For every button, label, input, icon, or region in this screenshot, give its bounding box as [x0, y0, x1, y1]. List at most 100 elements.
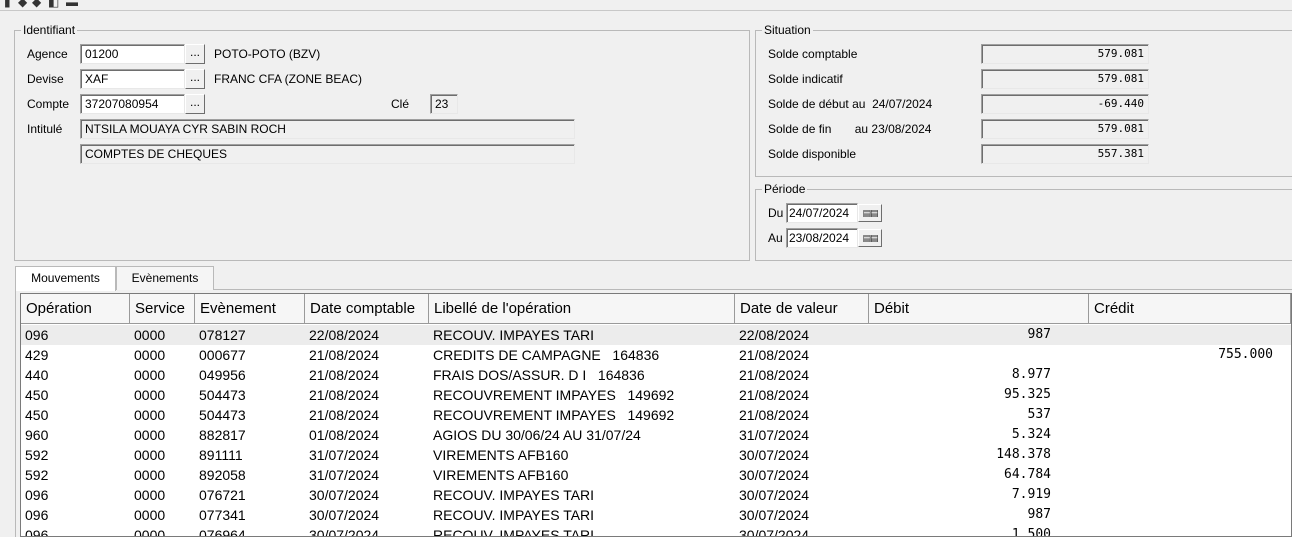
solde-disponible-label: Solde disponible	[768, 147, 857, 161]
cell-evenement: 049956	[199, 367, 246, 383]
cell-credit: 755.000	[1218, 347, 1273, 362]
cell-debit: 987	[1027, 327, 1051, 342]
au-calendar-icon[interactable]: ▤▤	[858, 229, 882, 247]
table-row[interactable]: 096 0000 076721 30/07/2024 RECOUV. IMPAYES T…	[21, 485, 1291, 505]
agence-name: POTO-POTO (BZV)	[214, 47, 321, 61]
cell-libelle: RECOUV. IMPAYES TARI	[433, 327, 595, 343]
cell-libelle: RECOUV. IMPAYES TARI	[433, 487, 595, 503]
cell-libelle: RECOUV. IMPAYES TARI	[433, 507, 595, 523]
agence-lookup-button[interactable]: ...	[185, 44, 205, 64]
table-row[interactable]: 096 0000 078127 22/08/2024 RECOUV. IMPAYES T…	[21, 325, 1291, 345]
cell-date-comptable: 30/07/2024	[309, 487, 380, 503]
cell-libelle: RECOUV. IMPAYES TARI	[433, 527, 595, 537]
cell-libelle: RECOUVREMENT IMPAYES 149692	[433, 387, 675, 403]
situation-legend: Situation	[764, 23, 811, 37]
du-calendar-icon[interactable]: ▤▤	[858, 204, 882, 222]
intitule-line1-field: NTSILA MOUAYA CYR SABIN ROCH	[80, 119, 575, 139]
cell-date-comptable: 30/07/2024	[309, 527, 380, 537]
table-row[interactable]: 592 0000 892058 31/07/2024 VIREMENTS AFB160 3…	[21, 465, 1291, 485]
intitule-label: Intitulé	[27, 122, 63, 136]
cell-evenement: 076721	[199, 487, 246, 503]
cell-date-valeur: 22/08/2024	[739, 327, 810, 343]
tab-mouvements[interactable]: Mouvements	[15, 266, 116, 291]
cle-label: Clé	[391, 97, 410, 111]
table-row[interactable]: 450 0000 504473 21/08/2024 RECOUVREMENT IMPA…	[21, 385, 1291, 405]
devise-code-field[interactable]: XAF	[80, 69, 185, 89]
cell-credit	[1089, 505, 1279, 525]
cell-evenement: 078127	[199, 327, 246, 343]
solde-fin-label: Solde de fin au 23/08/2024	[768, 122, 932, 136]
table-row[interactable]: 440 0000 049956 21/08/2024 FRAIS DOS/ASSUR. …	[21, 365, 1291, 385]
au-date-field[interactable]: 23/08/2024	[786, 228, 858, 248]
table-row[interactable]: 096 0000 076964 30/07/2024 RECOUV. IMPAYES T…	[21, 525, 1291, 537]
cell-service: 0000	[134, 447, 166, 463]
cell-date-valeur: 30/07/2024	[739, 467, 810, 483]
cell-libelle: CREDITS DE CAMPAGNE 164836	[433, 347, 660, 363]
toolbar: ▮ ◆ ◆ ◧ ▬	[0, 0, 1292, 11]
cell-date-comptable: 21/08/2024	[309, 367, 380, 383]
identifiant-legend: Identifiant	[23, 23, 76, 37]
cell-evenement: 076964	[199, 527, 246, 537]
cell-date-valeur: 31/07/2024	[739, 427, 810, 443]
cell-credit	[1089, 445, 1279, 465]
du-date-field[interactable]: 24/07/2024	[786, 203, 858, 223]
cell-libelle: AGIOS DU 30/06/24 AU 31/07/24	[433, 427, 641, 443]
cell-service: 0000	[134, 467, 166, 483]
cell-service: 0000	[134, 487, 166, 503]
cell-service: 0000	[134, 367, 166, 383]
cell-service: 0000	[134, 407, 166, 423]
cell-libelle: VIREMENTS AFB160	[433, 467, 569, 483]
col-header-debit[interactable]: Débit	[869, 294, 1089, 324]
cell-operation: 096	[25, 327, 49, 343]
toolbar-icon[interactable]: ◧	[48, 0, 59, 8]
cell-date-valeur: 21/08/2024	[739, 367, 810, 383]
cell-debit: 5.324	[1011, 427, 1051, 442]
toolbar-icon[interactable]: ◆	[32, 0, 41, 8]
table-row[interactable]: 592 0000 891111 31/07/2024 VIREMENTS AFB160 3…	[21, 445, 1291, 465]
au-label: Au	[768, 231, 783, 245]
table-row[interactable]: 429 0000 000677 21/08/2024 CREDITS DE CAMPAG…	[21, 345, 1291, 365]
compte-number-field[interactable]: 37207080954	[80, 94, 185, 114]
col-header-service[interactable]: Service	[130, 294, 195, 324]
cell-evenement: 000677	[199, 347, 246, 363]
cell-credit	[1089, 465, 1279, 485]
cell-date-comptable: 31/07/2024	[309, 467, 380, 483]
cell-credit	[1089, 365, 1279, 385]
cell-operation: 096	[25, 507, 49, 523]
toolbar-icon[interactable]: ◆	[18, 0, 27, 8]
toolbar-icon[interactable]: ▮	[4, 0, 11, 8]
cell-date-comptable: 31/07/2024	[309, 447, 380, 463]
tab-evenements[interactable]: Evènements	[116, 266, 214, 290]
compte-lookup-button[interactable]: ...	[185, 94, 205, 114]
cell-date-valeur: 21/08/2024	[739, 387, 810, 403]
cell-credit	[1089, 385, 1279, 405]
cell-date-comptable: 21/08/2024	[309, 407, 380, 423]
cell-credit	[1089, 425, 1279, 445]
col-header-operation[interactable]: Opération	[21, 294, 130, 324]
col-header-date-valeur[interactable]: Date de valeur	[735, 294, 869, 324]
cell-credit	[1089, 485, 1279, 505]
toolbar-icon[interactable]: ▬	[66, 0, 78, 8]
col-header-credit[interactable]: Crédit	[1089, 294, 1291, 324]
table-row[interactable]: 096 0000 077341 30/07/2024 RECOUV. IMPAYES T…	[21, 505, 1291, 525]
cell-service: 0000	[134, 327, 166, 343]
cell-service: 0000	[134, 507, 166, 523]
cell-evenement: 504473	[199, 387, 246, 403]
solde-comptable-label: Solde comptable	[768, 47, 858, 61]
agence-code-field[interactable]: 01200	[80, 44, 185, 64]
cell-operation: 592	[25, 467, 49, 483]
cell-libelle: FRAIS DOS/ASSUR. D I 164836	[433, 367, 645, 383]
devise-lookup-button[interactable]: ...	[185, 69, 205, 89]
devise-name: FRANC CFA (ZONE BEAC)	[214, 72, 363, 86]
cell-debit: 7.919	[1011, 487, 1051, 502]
cell-debit: 537	[1027, 407, 1051, 422]
col-header-date-comptable[interactable]: Date comptable	[305, 294, 429, 324]
cell-service: 0000	[134, 387, 166, 403]
cell-debit: 95.325	[1004, 387, 1051, 402]
col-header-evenement[interactable]: Evènement	[195, 294, 305, 324]
cell-debit	[869, 345, 1057, 365]
cell-operation: 450	[25, 407, 49, 423]
col-header-libelle[interactable]: Libellé de l'opération	[429, 294, 735, 324]
table-row[interactable]: 960 0000 882817 01/08/2024 AGIOS DU 30/06/24…	[21, 425, 1291, 445]
table-row[interactable]: 450 0000 504473 21/08/2024 RECOUVREMENT IMPA…	[21, 405, 1291, 425]
